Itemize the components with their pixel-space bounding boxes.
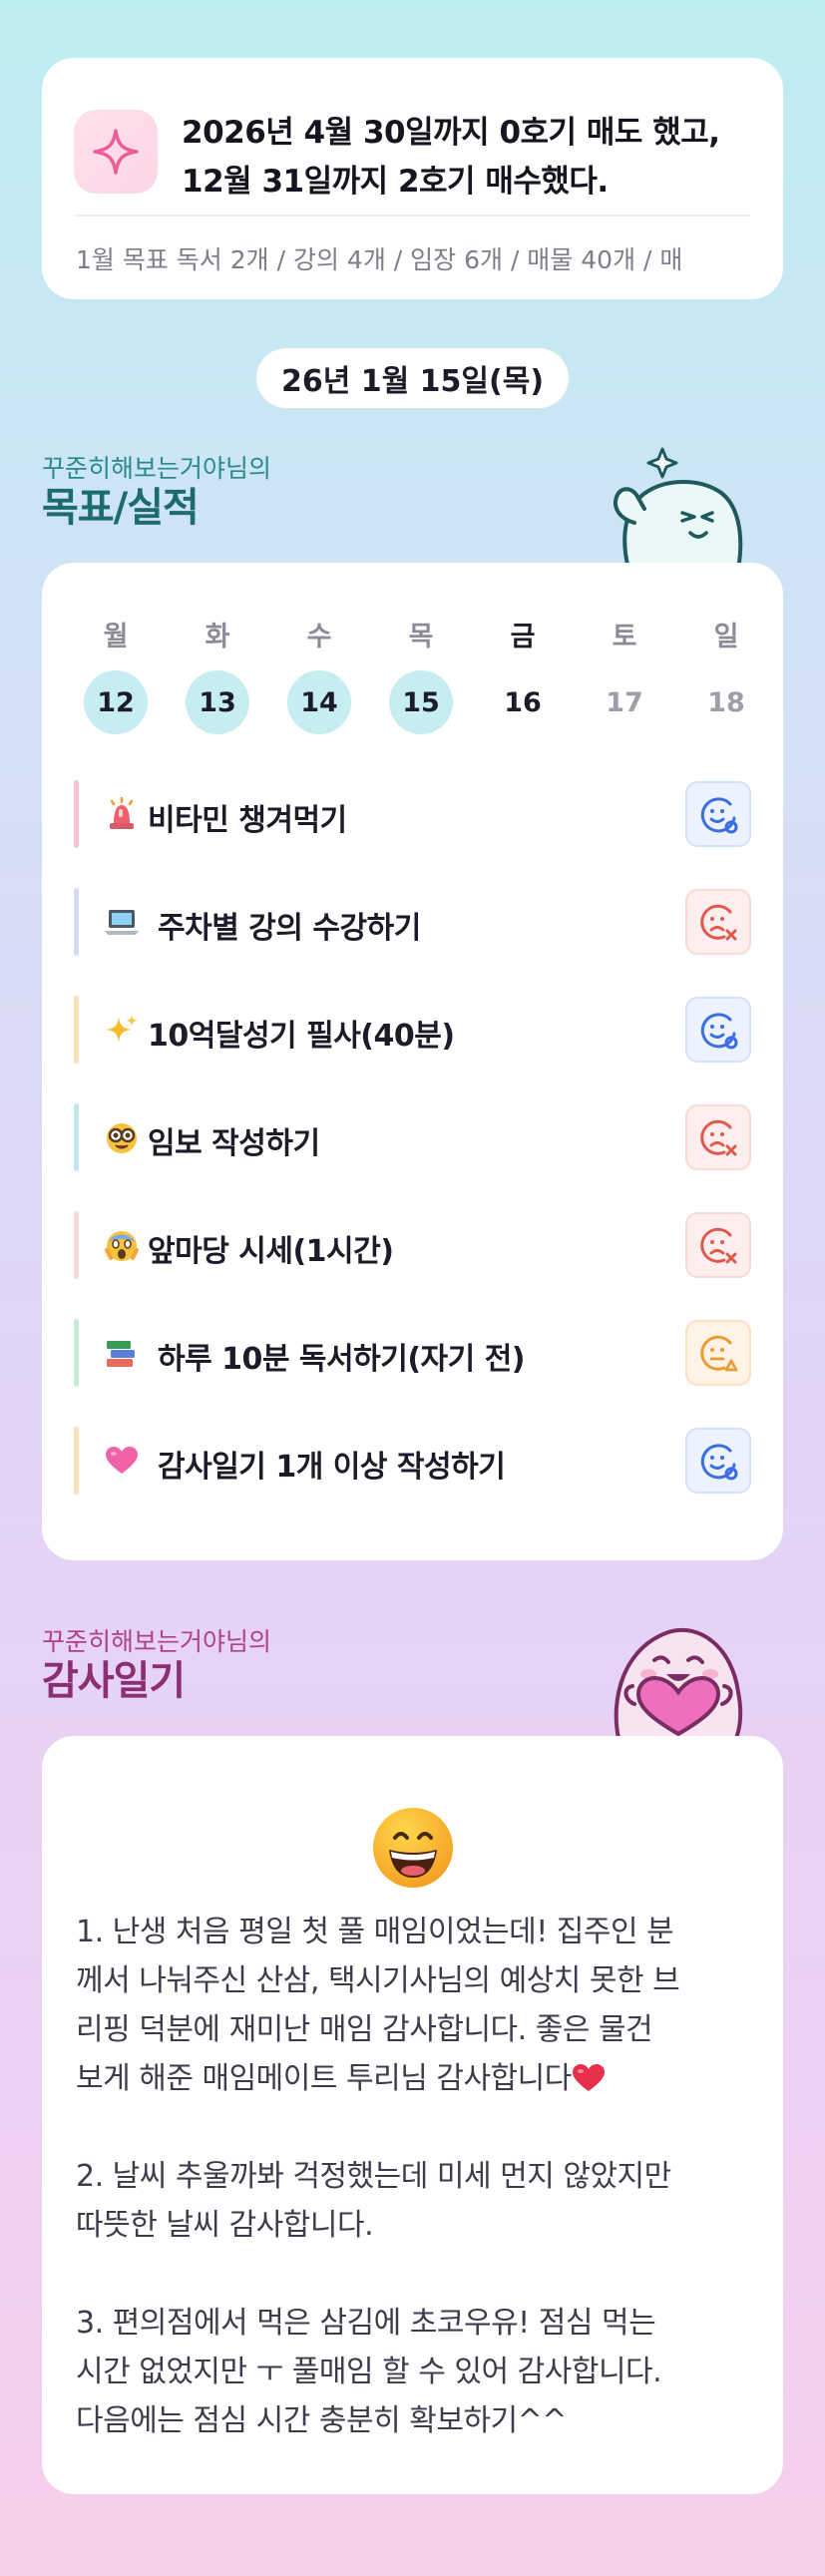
day-17[interactable]: 17 — [593, 670, 656, 734]
weekday-thu: 목 — [408, 622, 434, 652]
habit-label: 감사일기 1개 이상 작성하기 — [158, 1450, 506, 1485]
journal-line: 시간 없었지만 ㅜ 풀매임 할 수 있어 감사합니다. — [76, 2355, 662, 2389]
sparkles-icon — [104, 1010, 140, 1050]
day-12[interactable]: 12 — [84, 670, 148, 734]
books-icon — [104, 1333, 140, 1373]
habit-row[interactable]: 하루 10분 독서하기(자기 전) — [74, 1319, 751, 1387]
habit-color-bar — [74, 780, 79, 848]
weekday-wed: 수 — [306, 622, 332, 652]
journal-line: 1. 난생 처음 평일 첫 풀 매임이었는데! 집주인 분 — [76, 1915, 674, 1949]
habit-row[interactable]: 비타민 챙겨먹기 — [74, 780, 751, 848]
status-fail-icon[interactable] — [685, 1212, 751, 1278]
laptop-icon — [104, 902, 140, 942]
sparkle-icon — [74, 110, 158, 194]
goal-text-line1: 2026년 4월 30일까지 0호기 매도 했고, — [182, 115, 720, 151]
journal-line: 2. 날씨 추울까봐 걱정했는데 미세 먼지 않았지만 — [76, 2159, 671, 2194]
day-14[interactable]: 14 — [287, 670, 351, 734]
journal-line: 따뜻한 날씨 감사합니다. — [76, 2208, 374, 2243]
weekday-tue: 화 — [205, 622, 230, 652]
habit-color-bar — [74, 1427, 79, 1495]
goals-section-title: 목표/실적 — [42, 485, 200, 531]
habit-color-bar — [74, 1103, 79, 1171]
habit-label: 하루 10분 독서하기(자기 전) — [158, 1342, 526, 1377]
weekday-sat: 토 — [612, 622, 637, 652]
siren-icon — [104, 794, 140, 834]
status-success-icon[interactable] — [685, 1428, 751, 1494]
day-15[interactable]: 15 — [389, 670, 453, 734]
mascot-heart-illustration — [597, 1608, 756, 1740]
red-heart-icon — [572, 2059, 606, 2091]
habit-color-bar — [74, 1211, 79, 1279]
habit-color-bar — [74, 888, 79, 956]
status-fail-icon[interactable] — [685, 1104, 751, 1170]
journal-line: 보게 해준 매임메이트 투리님 감사합니다 — [76, 2061, 572, 2096]
weekly-habit-card: 월 화 수 목 금 토 일 12 13 14 15 16 17 18 비타민 챙… — [42, 563, 783, 1560]
habit-row[interactable]: 감사일기 1개 이상 작성하기 — [74, 1427, 751, 1495]
status-success-icon[interactable] — [685, 781, 751, 847]
nerd-face-icon — [104, 1117, 140, 1157]
journal-line: 다음에는 점심 시간 충분히 확보하기^^ — [76, 2403, 567, 2438]
status-success-icon[interactable] — [685, 997, 751, 1063]
habit-label: 주차별 강의 수강하기 — [158, 911, 421, 946]
habit-label: 10억달성기 필사(40분) — [148, 1019, 455, 1054]
journal-entry-2: 2. 날씨 추울까봐 걱정했는데 미세 먼지 않았지만 따뜻한 날씨 감사합니다… — [76, 2152, 754, 2250]
pink-heart-icon — [104, 1441, 140, 1481]
habit-label: 임보 작성하기 — [148, 1126, 320, 1161]
scream-face-icon — [104, 1225, 140, 1265]
goal-card: 2026년 4월 30일까지 0호기 매도 했고, 12월 31일까지 2호기 … — [42, 58, 783, 299]
mascot-thumbs-up-illustration — [599, 439, 748, 571]
habit-color-bar — [74, 1319, 79, 1387]
gratitude-journal-card: 1. 난생 처음 평일 첫 풀 매임이었는데! 집주인 분 께서 나눠주신 산삼… — [42, 1736, 783, 2494]
monthly-goal-summary: 1월 목표 독서 2개 / 강의 4개 / 임장 6개 / 매물 40개 / 매 — [76, 245, 683, 274]
status-partial-icon[interactable] — [685, 1320, 751, 1386]
divider — [74, 215, 751, 216]
habit-row[interactable]: 10억달성기 필사(40분) — [74, 996, 751, 1064]
weekday-fri: 금 — [510, 622, 536, 652]
weekday-sun: 일 — [713, 622, 739, 652]
journal-section-title: 감사일기 — [42, 1658, 186, 1704]
date-pill[interactable]: 26년 1월 15일(목) — [256, 348, 569, 408]
goal-text-line2: 12월 31일까지 2호기 매수했다. — [182, 164, 609, 200]
journal-entry-3: 3. 편의점에서 먹은 삼김에 초코우유! 점심 먹는 시간 없었지만 ㅜ 풀매… — [76, 2299, 754, 2445]
habit-row[interactable]: 임보 작성하기 — [74, 1103, 751, 1171]
weekday-mon: 월 — [103, 622, 129, 652]
habit-row[interactable]: 주차별 강의 수강하기 — [74, 888, 751, 956]
status-fail-icon[interactable] — [685, 889, 751, 955]
journal-line: 께서 나눠주신 산삼, 택시기사님의 예상치 못한 브 — [76, 1963, 680, 1998]
habit-color-bar — [74, 996, 79, 1064]
habit-label: 앞마당 시세(1시간) — [148, 1234, 394, 1269]
day-13[interactable]: 13 — [186, 670, 249, 734]
journal-line: 3. 편의점에서 먹은 삼김에 초코우유! 점심 먹는 — [76, 2306, 656, 2341]
day-16[interactable]: 16 — [491, 670, 555, 734]
journal-entry-1: 1. 난생 처음 평일 첫 풀 매임이었는데! 집주인 분 께서 나눠주신 산삼… — [76, 1908, 754, 2103]
journal-line: 리핑 덕분에 재미난 매임 감사합니다. 좋은 물건 — [76, 2012, 653, 2047]
habit-row[interactable]: 앞마당 시세(1시간) — [74, 1211, 751, 1279]
habit-label: 비타민 챙겨먹기 — [148, 803, 347, 838]
grinning-face-icon — [371, 1806, 455, 1890]
day-18[interactable]: 18 — [694, 670, 758, 734]
